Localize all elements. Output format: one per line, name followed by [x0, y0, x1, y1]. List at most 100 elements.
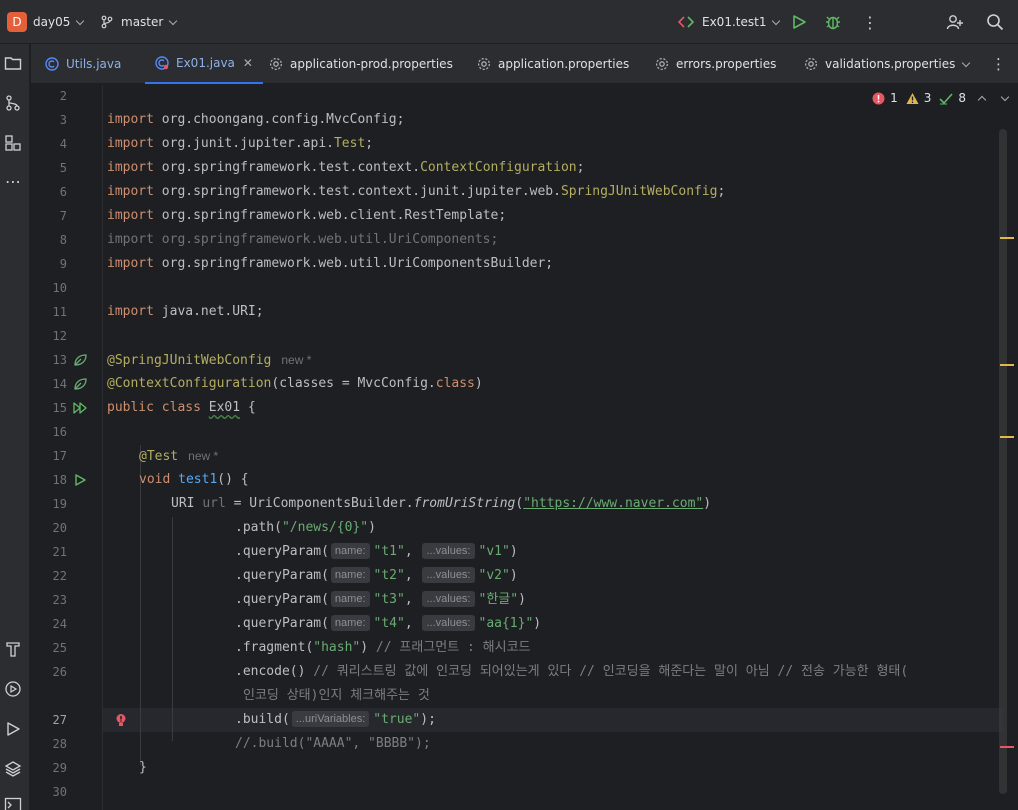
tab-validations-properties[interactable]: validations.properties	[804, 44, 955, 84]
code-line-5[interactable]: import org.springframework.test.context.…	[107, 156, 584, 180]
code-editor[interactable]: 2 3 4 5 6 7 8 9 10 11 12 13 14 15 16 17 18 19 20 21 22 23 24 25…	[31, 85, 1018, 810]
code-line-14[interactable]: @ContextConfiguration(classes = MvcConfi…	[107, 372, 483, 396]
debug-button[interactable]	[824, 0, 842, 44]
code-line-27[interactable]: .build(...uriVariables: "true");	[235, 708, 436, 732]
code-line-25[interactable]: .fragment("hash") // 프래그먼트 : 해시코드	[235, 636, 531, 660]
tab-more-icon[interactable]: ⋮	[991, 44, 1006, 84]
tab-utils-java[interactable]: Utils.java	[45, 44, 121, 84]
run-tool-icon[interactable]	[2, 718, 24, 740]
line-number[interactable]: 16	[31, 425, 67, 439]
error-stripe[interactable]	[1000, 746, 1014, 748]
editor-tabs: Utils.java Ex01.java ✕ application-prod.…	[31, 44, 1018, 84]
commit-icon[interactable]	[2, 92, 24, 114]
junit-config-icon	[678, 16, 695, 28]
tab-errors-properties[interactable]: errors.properties	[655, 44, 776, 84]
code-line-19[interactable]: URI url = UriComponentsBuilder.fromUriSt…	[171, 492, 711, 516]
line-number[interactable]: 24	[31, 617, 67, 631]
close-tab-icon[interactable]: ✕	[243, 56, 253, 70]
line-number[interactable]: 14	[31, 377, 67, 391]
inspection-widget[interactable]: 1 3 8	[872, 89, 1010, 107]
code-line-13[interactable]: @SpringJUnitWebConfig new *	[107, 348, 311, 372]
tab-ex01-java[interactable]: Ex01.java ✕	[145, 44, 263, 84]
line-number[interactable]: 21	[31, 545, 67, 559]
code-line-23[interactable]: .queryParam(name: "t3", ...values: "한글")	[235, 588, 526, 612]
code-line-15[interactable]: public class Ex01 {	[107, 396, 256, 420]
error-bulb-icon[interactable]	[113, 712, 129, 728]
line-number[interactable]: 27	[31, 713, 67, 727]
tab-application-properties[interactable]: application.properties	[477, 44, 629, 84]
gear-icon	[269, 57, 283, 71]
code-line-6[interactable]: import org.springframework.test.context.…	[107, 180, 725, 204]
warning-stripe[interactable]	[1000, 436, 1014, 438]
add-user-button[interactable]	[946, 0, 964, 44]
line-number[interactable]: 30	[31, 785, 67, 799]
run-test-icon[interactable]	[72, 472, 88, 488]
structure-icon[interactable]	[2, 132, 24, 154]
line-number[interactable]: 3	[31, 113, 67, 127]
line-number[interactable]: 22	[31, 569, 67, 583]
project-selector[interactable]: day05	[33, 0, 85, 44]
tab-list-dropdown[interactable]	[961, 44, 971, 84]
code-line-11[interactable]: import java.net.URI;	[107, 300, 264, 324]
build-hammer-icon[interactable]	[2, 638, 24, 660]
line-number[interactable]: 23	[31, 593, 67, 607]
line-number[interactable]: 15	[31, 401, 67, 415]
code-line-28[interactable]: //.build("AAAA", "BBBB");	[235, 732, 431, 756]
services-icon[interactable]	[2, 678, 24, 700]
line-number[interactable]: 18	[31, 473, 67, 487]
terminal-icon[interactable]	[2, 794, 24, 810]
line-number[interactable]: 5	[31, 161, 67, 175]
layers-icon[interactable]	[2, 758, 24, 780]
line-number[interactable]: 26	[31, 665, 67, 679]
tab-application-prod-properties[interactable]: application-prod.properties	[269, 44, 453, 84]
warning-stripe[interactable]	[1000, 237, 1014, 239]
line-number[interactable]: 25	[31, 641, 67, 655]
search-button[interactable]	[986, 0, 1004, 44]
line-number[interactable]: 7	[31, 209, 67, 223]
code-line-29[interactable]: }	[139, 756, 147, 780]
previous-highlight-icon[interactable]	[977, 95, 987, 104]
title-bar: D day05 master Ex01.test1 ⋮	[0, 0, 1018, 44]
line-number[interactable]: 12	[31, 329, 67, 343]
branch-selector[interactable]: master	[100, 0, 178, 44]
line-number[interactable]: 17	[31, 449, 67, 463]
code-line-17[interactable]: @Test new *	[139, 444, 218, 468]
code-line-18[interactable]: void test1() {	[139, 468, 249, 492]
git-branch-icon	[101, 15, 113, 29]
warning-stripe[interactable]	[1000, 364, 1014, 366]
line-number[interactable]: 11	[31, 305, 67, 319]
line-number[interactable]: 8	[31, 233, 67, 247]
code-line-26[interactable]: .encode() // 쿼리스트링 값에 인코딩 되어있는게 있다 // 인코…	[235, 660, 908, 684]
code-line-24[interactable]: .queryParam(name: "t4", ...values: "aa{1}"…	[235, 612, 541, 636]
line-number[interactable]: 13	[31, 353, 67, 367]
next-highlight-icon[interactable]	[1000, 92, 1010, 101]
more-actions-icon[interactable]: ⋮	[862, 0, 878, 44]
project-folder-icon[interactable]	[2, 52, 24, 74]
code-line-20[interactable]: .path("/news/{0}")	[235, 516, 376, 540]
line-number[interactable]: 10	[31, 281, 67, 295]
code-line-21[interactable]: .queryParam(name: "t1", ...values: "v1")	[235, 540, 518, 564]
line-number[interactable]: 28	[31, 737, 67, 751]
line-number[interactable]: 20	[31, 521, 67, 535]
code-line-26-wrapped[interactable]: 인코딩 상태)인지 체크해주는 것	[243, 684, 430, 708]
spring-bean-icon[interactable]	[72, 376, 88, 392]
more-tools-icon[interactable]: ⋯	[2, 170, 24, 192]
code-line-3[interactable]: import org.choongang.config.MvcConfig;	[107, 108, 404, 132]
code-line-7[interactable]: import org.springframework.web.client.Re…	[107, 204, 506, 228]
run-config-selector[interactable]: Ex01.test1	[678, 0, 781, 44]
line-number[interactable]: 4	[31, 137, 67, 151]
code-line-22[interactable]: .queryParam(name: "t2", ...values: "v2")	[235, 564, 518, 588]
code-line-8-unused-import[interactable]: import org.springframework.web.util.UriC…	[107, 228, 498, 252]
project-badge[interactable]: D	[7, 12, 27, 32]
run-all-tests-icon[interactable]	[72, 400, 88, 416]
run-button[interactable]	[791, 0, 807, 44]
editor-scrollbar[interactable]	[999, 129, 1007, 794]
code-line-4[interactable]: import org.junit.jupiter.api.Test;	[107, 132, 373, 156]
line-number[interactable]: 2	[31, 89, 67, 103]
line-number[interactable]: 6	[31, 185, 67, 199]
code-line-9[interactable]: import org.springframework.web.util.UriC…	[107, 252, 553, 276]
spring-bean-icon[interactable]	[72, 352, 88, 368]
line-number[interactable]: 29	[31, 761, 67, 775]
line-number[interactable]: 9	[31, 257, 67, 271]
line-number[interactable]: 19	[31, 497, 67, 511]
